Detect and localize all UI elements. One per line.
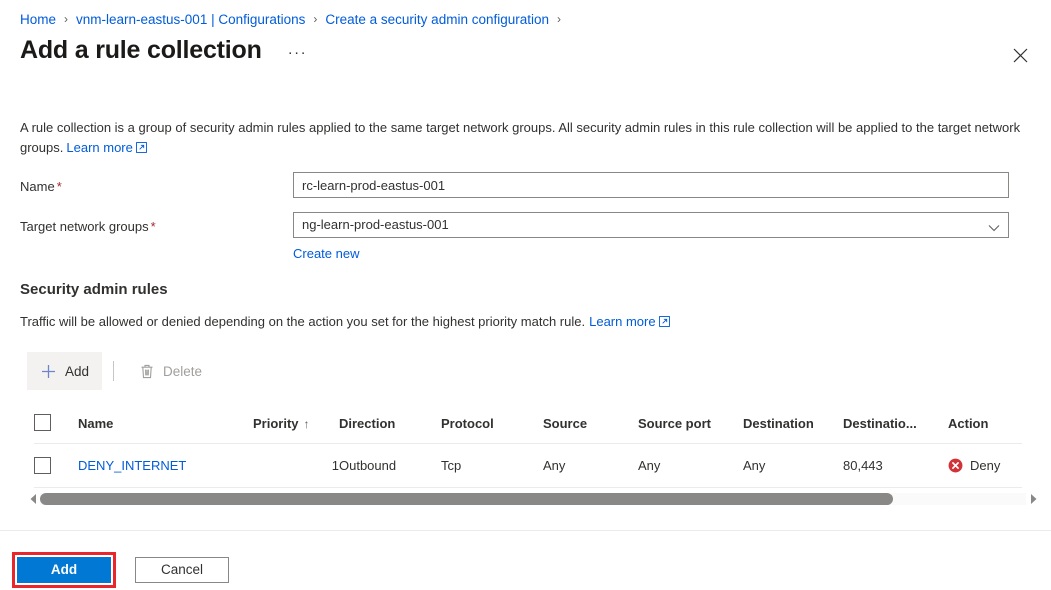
cell-destination: Any [743,443,843,489]
target-network-groups-select-wrap: ng-learn-prod-eastus-001 [293,212,1009,238]
cell-action: Deny [948,443,1022,489]
breadcrumb-item-home[interactable]: Home [20,12,56,27]
breadcrumb-item-create-security-admin-configuration[interactable]: Create a security admin configuration [325,12,549,27]
close-button[interactable] [1005,40,1035,70]
cell-source: Any [543,443,638,489]
column-header-source[interactable]: Source [543,414,638,445]
cell-protocol: Tcp [441,443,543,489]
table-header-row: Name Priority ↑ Direction Protocol Source… [34,414,1022,445]
close-icon [1013,48,1028,63]
deny-circle-x-icon [948,458,963,473]
footer-actions: Add Cancel [0,549,1051,590]
name-control [293,172,1022,198]
create-new-network-group-link[interactable]: Create new [293,246,359,261]
breadcrumb: Home › vnm-learn-eastus-001 | Configurat… [20,8,569,30]
security-admin-rules-description: Traffic will be allowed or denied depend… [20,313,670,332]
target-network-groups-control: ng-learn-prod-eastus-001 Create new [293,212,1022,261]
footer-divider [0,530,1051,531]
intro-description: A rule collection is a group of security… [20,118,1022,159]
name-input[interactable] [293,172,1009,198]
target-network-groups-select[interactable]: ng-learn-prod-eastus-001 [293,212,1009,238]
add-button-highlight: Add [12,551,116,588]
cell-name: DENY_INTERNET [78,443,253,489]
intro-learn-more-link[interactable]: Learn more [66,140,132,155]
intro-text: A rule collection is a group of security… [20,120,1021,155]
column-header-destination[interactable]: Destination [743,414,843,445]
rules-table-head: Name Priority ↑ Direction Protocol Source… [34,414,1022,445]
rules-description-text: Traffic will be allowed or denied depend… [20,314,586,329]
column-header-source-port[interactable]: Source port [638,414,743,445]
target-network-groups-label-text: Target network groups [20,219,149,234]
breadcrumb-separator: › [557,12,562,26]
scrollbar-track[interactable] [40,493,1026,505]
scroll-left-button[interactable] [28,492,38,506]
cell-source-port: Any [638,443,743,489]
cancel-button[interactable]: Cancel [135,556,229,583]
column-header-destination-port[interactable]: Destinatio... [843,414,948,445]
external-link-icon [135,139,147,159]
cell-priority: 1 [253,443,339,489]
plus-icon [40,363,57,380]
rules-command-bar: Add Delete [27,352,215,390]
scrollbar-thumb[interactable] [40,493,893,505]
breadcrumb-separator: › [313,12,318,26]
delete-rule-label: Delete [163,363,203,379]
row-select-cell [34,443,78,489]
add-rule-button[interactable]: Add [27,352,103,390]
rules-table-container: Name Priority ↑ Direction Protocol Source… [34,414,1022,489]
required-marker: * [150,219,156,234]
rules-table: Name Priority ↑ Direction Protocol Source… [34,414,1022,489]
rule-name-link[interactable]: DENY_INTERNET [78,458,186,473]
select-all-checkbox[interactable] [34,414,51,432]
security-admin-rules-heading: Security admin rules [20,281,168,298]
breadcrumb-item-configurations[interactable]: vnm-learn-eastus-001 | Configurations [76,12,305,27]
column-header-protocol[interactable]: Protocol [441,414,543,445]
column-header-priority-label: Priority [253,416,299,432]
rules-learn-more-link[interactable]: Learn more [589,314,655,329]
page-title: Add a rule collection [20,36,262,64]
table-row[interactable]: DENY_INTERNET 1 Outbound Tcp Any Any Any… [34,443,1022,489]
rules-table-body: DENY_INTERNET 1 Outbound Tcp Any Any Any… [34,443,1022,489]
required-marker: * [56,179,62,194]
toolbar-divider [113,361,115,381]
column-header-priority[interactable]: Priority ↑ [253,414,339,445]
row-checkbox[interactable] [34,457,51,475]
column-header-select-all [34,414,78,445]
submit-add-button[interactable]: Add [17,556,111,583]
form-row-target-network-groups: Target network groups * ng-learn-prod-eas… [20,212,1022,261]
name-label-text: Name [20,179,55,194]
target-network-groups-label: Target network groups * [20,212,293,239]
table-horizontal-scrollbar[interactable] [28,492,1038,506]
action-label: Deny [970,458,1001,474]
name-label: Name * [20,172,293,199]
column-header-name[interactable]: Name [78,414,253,445]
column-header-direction[interactable]: Direction [339,414,441,445]
column-header-action[interactable]: Action [948,414,1022,445]
sort-ascending-icon: ↑ [303,417,310,432]
scroll-right-button[interactable] [1028,492,1038,506]
delete-rule-button[interactable]: Delete [125,352,215,390]
more-options-icon[interactable]: ··· [284,45,312,60]
title-row: Add a rule collection ··· [20,34,311,66]
form-row-name: Name * [20,172,1022,199]
breadcrumb-separator: › [64,12,69,26]
cell-destination-port: 80,443 [843,443,948,489]
cell-direction: Outbound [339,443,441,489]
add-rule-label: Add [65,363,90,379]
trash-icon [138,363,155,380]
external-link-icon [658,314,670,332]
